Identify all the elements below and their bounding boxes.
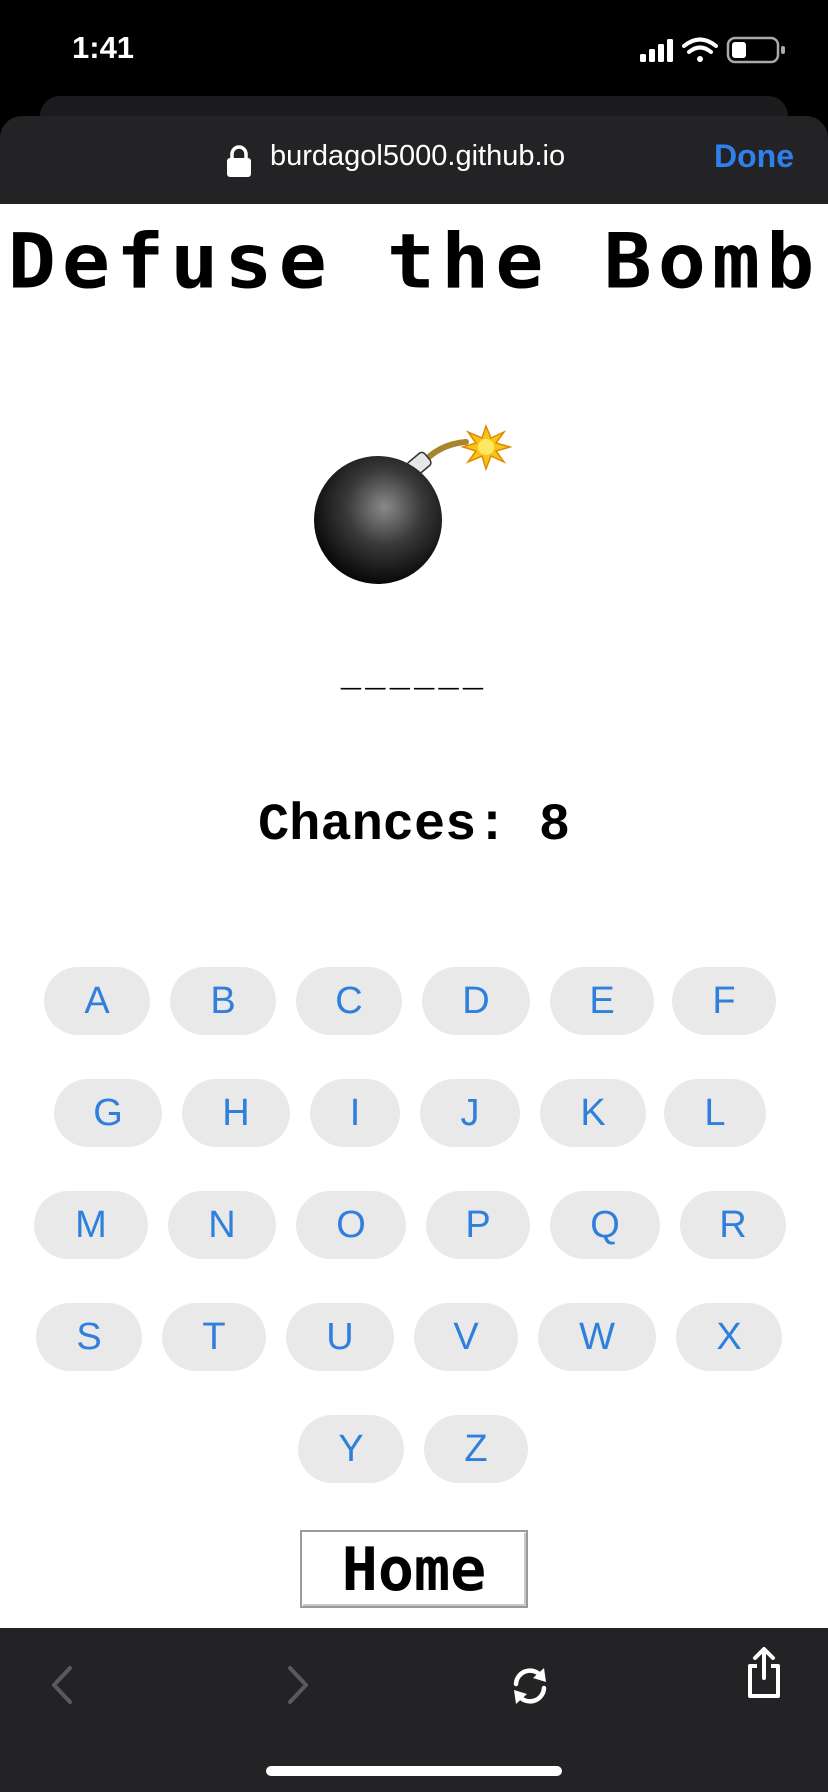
word-blanks: ______	[340, 659, 488, 697]
status-icons	[640, 36, 785, 64]
status-time: 1:41	[72, 30, 135, 65]
key-b[interactable]: B	[170, 967, 276, 1035]
chances-value: 8	[538, 796, 571, 855]
key-m[interactable]: M	[34, 1191, 148, 1259]
key-s[interactable]: S	[36, 1303, 142, 1371]
key-l[interactable]: L	[664, 1079, 766, 1147]
done-button[interactable]: Done	[714, 138, 794, 175]
lock-icon	[227, 145, 251, 177]
key-k[interactable]: K	[540, 1079, 646, 1147]
key-h[interactable]: H	[182, 1079, 290, 1147]
key-a[interactable]: A	[44, 967, 150, 1035]
key-u[interactable]: U	[286, 1303, 394, 1371]
key-n[interactable]: N	[168, 1191, 276, 1259]
browser-header: burdagol5000.github.io Done	[0, 116, 828, 204]
key-p[interactable]: P	[426, 1191, 530, 1259]
url-text[interactable]: burdagol5000.github.io	[270, 140, 565, 173]
key-z[interactable]: Z	[424, 1415, 528, 1483]
key-i[interactable]: I	[310, 1079, 400, 1147]
page-title: Defuse the Bomb	[7, 217, 821, 306]
key-d[interactable]: D	[422, 967, 530, 1035]
signal-icon	[640, 39, 673, 62]
bomb-icon	[314, 423, 513, 584]
battery-icon	[726, 36, 785, 64]
back-icon[interactable]	[48, 1664, 76, 1706]
chances-display: Chances: 8	[0, 796, 828, 855]
key-f[interactable]: F	[672, 967, 776, 1035]
forward-icon[interactable]	[284, 1664, 312, 1706]
key-e[interactable]: E	[550, 967, 654, 1035]
page-content: Defuse the Bomb ______ Chances: 8 A B C …	[0, 204, 828, 1628]
key-t[interactable]: T	[162, 1303, 266, 1371]
share-icon[interactable]	[744, 1644, 784, 1700]
key-o[interactable]: O	[296, 1191, 406, 1259]
key-j[interactable]: J	[420, 1079, 520, 1147]
key-w[interactable]: W	[538, 1303, 656, 1371]
chances-label: Chances:	[257, 796, 508, 855]
key-q[interactable]: Q	[550, 1191, 660, 1259]
status-bar: 1:41	[0, 0, 828, 100]
wifi-icon	[682, 37, 718, 62]
key-x[interactable]: X	[676, 1303, 782, 1371]
reload-icon[interactable]	[508, 1664, 552, 1708]
key-y[interactable]: Y	[298, 1415, 404, 1483]
key-r[interactable]: R	[680, 1191, 786, 1259]
key-g[interactable]: G	[54, 1079, 162, 1147]
key-c[interactable]: C	[296, 967, 402, 1035]
home-indicator	[266, 1766, 562, 1776]
home-button[interactable]: Home	[300, 1530, 528, 1608]
key-v[interactable]: V	[414, 1303, 518, 1371]
